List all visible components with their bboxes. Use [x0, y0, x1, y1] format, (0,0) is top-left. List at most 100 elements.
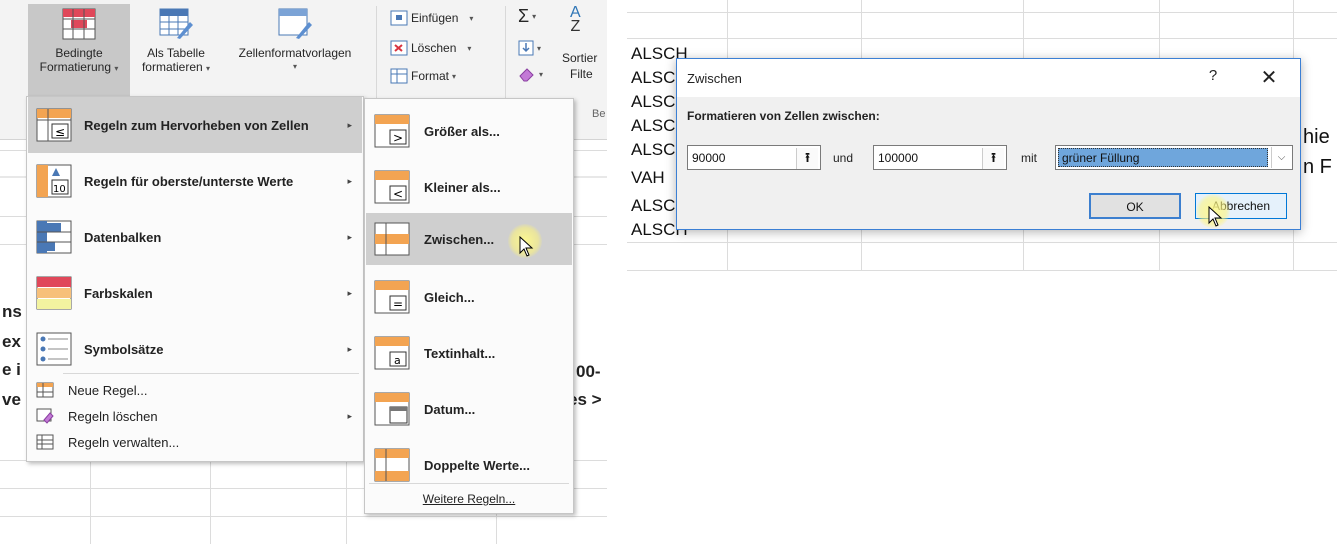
gridline: [627, 242, 1337, 243]
format-style-select[interactable]: grüner Füllung ⌵: [1055, 145, 1293, 170]
menu-item-highlight-cell-rules[interactable]: ≤ Regeln zum Hervorheben von Zellen ▸: [28, 97, 362, 153]
fill-caret: ▾: [537, 43, 542, 53]
conditional-formatting-menu: ≤ Regeln zum Hervorheben von Zellen ▸ 10…: [26, 96, 364, 462]
submenu-item-equal-to[interactable]: = Gleich...: [366, 269, 572, 325]
submenu-item-duplicate-values[interactable]: Doppelte Werte...: [366, 437, 572, 493]
new-rule-label: Neue Regel...: [68, 382, 148, 398]
svg-text:<: <: [393, 187, 403, 201]
conditional-formatting-label-2: Formatierung: [39, 60, 111, 74]
manage-rules-icon: [36, 434, 54, 450]
sheet-cell[interactable]: ALSC: [631, 68, 675, 88]
range-select-icon[interactable]: ⭱: [796, 148, 818, 169]
cell-styles-caret: ▾: [292, 62, 297, 71]
date-calendar-icon: [374, 392, 410, 426]
menu-item-clear-rules[interactable]: Regeln löschen ▸: [28, 403, 362, 429]
chevron-down-icon[interactable]: ⌵: [1271, 147, 1291, 168]
sheet-cell[interactable]: ALSC: [631, 140, 675, 160]
color-scales-icon: [36, 276, 72, 310]
help-icon[interactable]: ?: [1203, 67, 1223, 84]
delete-cells-button[interactable]: Löschen ▾: [390, 38, 471, 58]
data-bars-label: Datenbalken: [84, 229, 162, 245]
sort-filter-label-2: Filte: [570, 67, 593, 81]
gridline: [627, 12, 1337, 13]
menu-item-icon-sets[interactable]: Symbolsätze ▸: [28, 321, 362, 377]
submenu-item-text-contains[interactable]: a Textinhalt...: [366, 325, 572, 381]
conditional-formatting-label-1: Bedingte: [55, 46, 103, 60]
sigma-icon: Σ: [518, 5, 530, 26]
duplicate-values-icon: [374, 448, 410, 482]
from-value-input[interactable]: 90000 ⭱: [687, 145, 821, 170]
to-value-input[interactable]: 100000 ⭱: [873, 145, 1007, 170]
autosum-button[interactable]: Σ ▾: [518, 6, 536, 26]
svg-text:=: =: [393, 297, 403, 311]
menu-separator: [63, 373, 359, 374]
conditional-formatting-label-2-wrap: Formatierung ▾: [28, 60, 130, 76]
gridline: [627, 270, 1337, 271]
mouse-pointer-icon: [1208, 206, 1223, 227]
mouse-pointer-icon: [519, 236, 534, 257]
autosum-caret: ▾: [532, 11, 537, 21]
submenu-item-more-rules[interactable]: Weitere Regeln...: [366, 487, 572, 511]
clear-caret: ▾: [539, 69, 544, 79]
sheet-text-fragment: ex: [2, 332, 21, 351]
menu-item-top-bottom-rules[interactable]: 10 Regeln für oberste/unterste Werte ▸: [28, 153, 362, 209]
sheet-text-fragment: e i: [2, 360, 21, 379]
insert-cells-label: Einfügen: [411, 11, 459, 25]
menu-item-data-bars[interactable]: Datenbalken ▸: [28, 209, 362, 265]
more-rules-label: Weitere Regeln...: [422, 492, 516, 506]
fill-button[interactable]: ▾: [518, 38, 541, 58]
sort-filter-label-1: Sortier: [562, 51, 598, 65]
equal-to-icon: =: [374, 280, 410, 314]
submenu-arrow-icon: ▸: [347, 287, 352, 298]
icon-sets-icon: [36, 332, 72, 366]
sheet-text-fragment: ve: [2, 390, 21, 409]
insert-caret: ▾: [469, 13, 474, 23]
submenu-item-date[interactable]: Datum...: [366, 381, 572, 437]
submenu-arrow-icon: ▸: [347, 343, 352, 354]
data-bars-icon: [36, 220, 72, 254]
between-label: Zwischen...: [424, 231, 495, 247]
sort-filter-button[interactable]: Sortier Filte: [562, 50, 598, 81]
svg-text:10: 10: [53, 184, 66, 195]
greater-than-icon: >: [374, 114, 410, 148]
top-bottom-rules-label: Regeln für oberste/unterste Werte: [84, 173, 294, 189]
delete-caret: ▾: [467, 43, 472, 53]
to-value-text: 100000: [878, 151, 919, 165]
format-as-table-caret: ▾: [206, 64, 211, 73]
cell-styles-button[interactable]: Zellenformatvorlagen ▾: [222, 4, 368, 96]
conditional-formatting-button[interactable]: Bedingte Formatierung ▾: [28, 4, 130, 96]
format-cells-button[interactable]: Format ▾: [390, 66, 456, 86]
from-value-text: 90000: [692, 151, 726, 165]
format-cells-icon: [390, 68, 408, 84]
range-select-icon[interactable]: ⭱: [982, 148, 1004, 169]
menu-item-manage-rules[interactable]: Regeln verwalten...: [28, 429, 362, 455]
clear-button[interactable]: ▾: [518, 64, 543, 84]
sheet-cell[interactable]: ALSC: [631, 92, 675, 112]
submenu-item-less-than[interactable]: < Kleiner als...: [366, 159, 572, 215]
submenu-item-greater-than[interactable]: > Größer als...: [366, 103, 572, 159]
ribbon-separator-2: [505, 6, 506, 110]
color-scales-label: Farbskalen: [84, 285, 153, 301]
menu-item-new-rule[interactable]: Neue Regel...: [28, 377, 362, 403]
format-as-table-button[interactable]: Als Tabelle formatieren ▾: [134, 4, 218, 96]
format-as-table-icon: [159, 8, 193, 39]
dialog-title: Zwischen: [687, 71, 742, 86]
insert-cells-button[interactable]: Einfügen ▾: [390, 8, 473, 28]
menu-item-color-scales[interactable]: Farbskalen ▸: [28, 265, 362, 321]
format-as-table-label-2: formatieren: [141, 60, 203, 74]
text-contains-icon: a: [374, 336, 410, 370]
greater-than-label: Größer als...: [424, 123, 500, 139]
ok-button[interactable]: OK: [1089, 193, 1181, 219]
eraser-icon: [519, 68, 534, 82]
less-than-label: Kleiner als...: [424, 179, 501, 195]
clear-rules-label: Regeln löschen: [68, 408, 158, 424]
manage-rules-label: Regeln verwalten...: [68, 434, 180, 450]
sheet-text-fragment: n F: [1303, 156, 1332, 178]
submenu-arrow-icon: ▸: [347, 231, 352, 242]
close-icon[interactable]: ✕: [1257, 65, 1281, 90]
sheet-cell[interactable]: ALSC: [631, 116, 675, 136]
gridline: [627, 38, 1337, 39]
sheet-cell[interactable]: VAH: [631, 168, 665, 188]
format-style-selected-value: grüner Füllung: [1058, 148, 1268, 167]
sheet-text-fragment: 00-: [576, 362, 601, 381]
